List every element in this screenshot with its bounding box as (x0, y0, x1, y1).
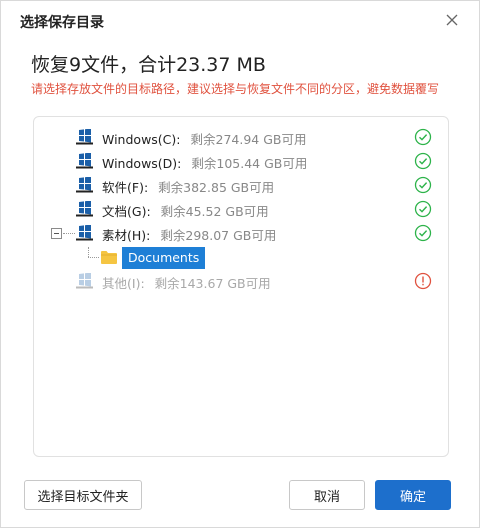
tree-item-drive-h[interactable]: 素材(H): 剩余298.07 GB可用 (34, 223, 448, 243)
dialog-title: 选择保存目录 (20, 15, 104, 31)
tree-connector (88, 247, 89, 257)
check-circle-icon (414, 152, 432, 170)
drive-label: 软件(F): 剩余382.85 GB可用 (102, 180, 275, 195)
info-circle-icon (414, 272, 432, 290)
windows-drive-icon (76, 272, 93, 289)
cancel-button[interactable]: 取消 (289, 480, 365, 510)
check-circle-icon (414, 224, 432, 242)
collapse-minus-icon[interactable] (51, 228, 62, 239)
directory-tree: Windows(C): 剩余274.94 GB可用 Windows(D): 剩余10… (33, 116, 449, 457)
windows-drive-icon (76, 200, 93, 217)
tree-item-drive-c[interactable]: Windows(C): 剩余274.94 GB可用 (34, 127, 448, 147)
windows-drive-icon (76, 128, 93, 145)
tree-item-drive-i: 其他(I): 剩余143.67 GB可用 (34, 271, 448, 291)
windows-drive-icon (76, 152, 93, 169)
check-circle-icon (414, 128, 432, 146)
drive-label: 文档(G): 剩余45.52 GB可用 (102, 204, 269, 219)
choose-target-folder-button[interactable]: 选择目标文件夹 (24, 480, 142, 510)
recover-summary-heading: 恢复9文件，合计23.37 MB (31, 54, 266, 76)
drive-label: 素材(H): 剩余298.07 GB可用 (102, 228, 277, 243)
tree-item-drive-g[interactable]: 文档(G): 剩余45.52 GB可用 (34, 199, 448, 219)
tree-item-drive-f[interactable]: 软件(F): 剩余382.85 GB可用 (34, 175, 448, 195)
windows-drive-icon (76, 224, 93, 241)
tree-connector (88, 257, 99, 258)
tree-item-drive-d[interactable]: Windows(D): 剩余105.44 GB可用 (34, 151, 448, 171)
warning-text: 请选择存放文件的目标路径，建议选择与恢复文件不同的分区，避免数据覆写 (31, 82, 440, 96)
check-circle-icon (414, 176, 432, 194)
tree-connector (63, 233, 75, 234)
drive-label: 其他(I): 剩余143.67 GB可用 (102, 276, 271, 291)
save-directory-dialog: 选择保存目录 恢复9文件，合计23.37 MB 请选择存放文件的目标路径，建议选… (0, 0, 480, 528)
selected-folder-label: Documents (122, 247, 206, 269)
folder-icon (100, 250, 118, 265)
close-icon[interactable] (444, 12, 460, 28)
drive-label: Windows(C): 剩余274.94 GB可用 (102, 132, 307, 147)
drive-label: Windows(D): 剩余105.44 GB可用 (102, 156, 308, 171)
check-circle-icon (414, 200, 432, 218)
ok-button[interactable]: 确定 (375, 480, 451, 510)
windows-drive-icon (76, 176, 93, 193)
